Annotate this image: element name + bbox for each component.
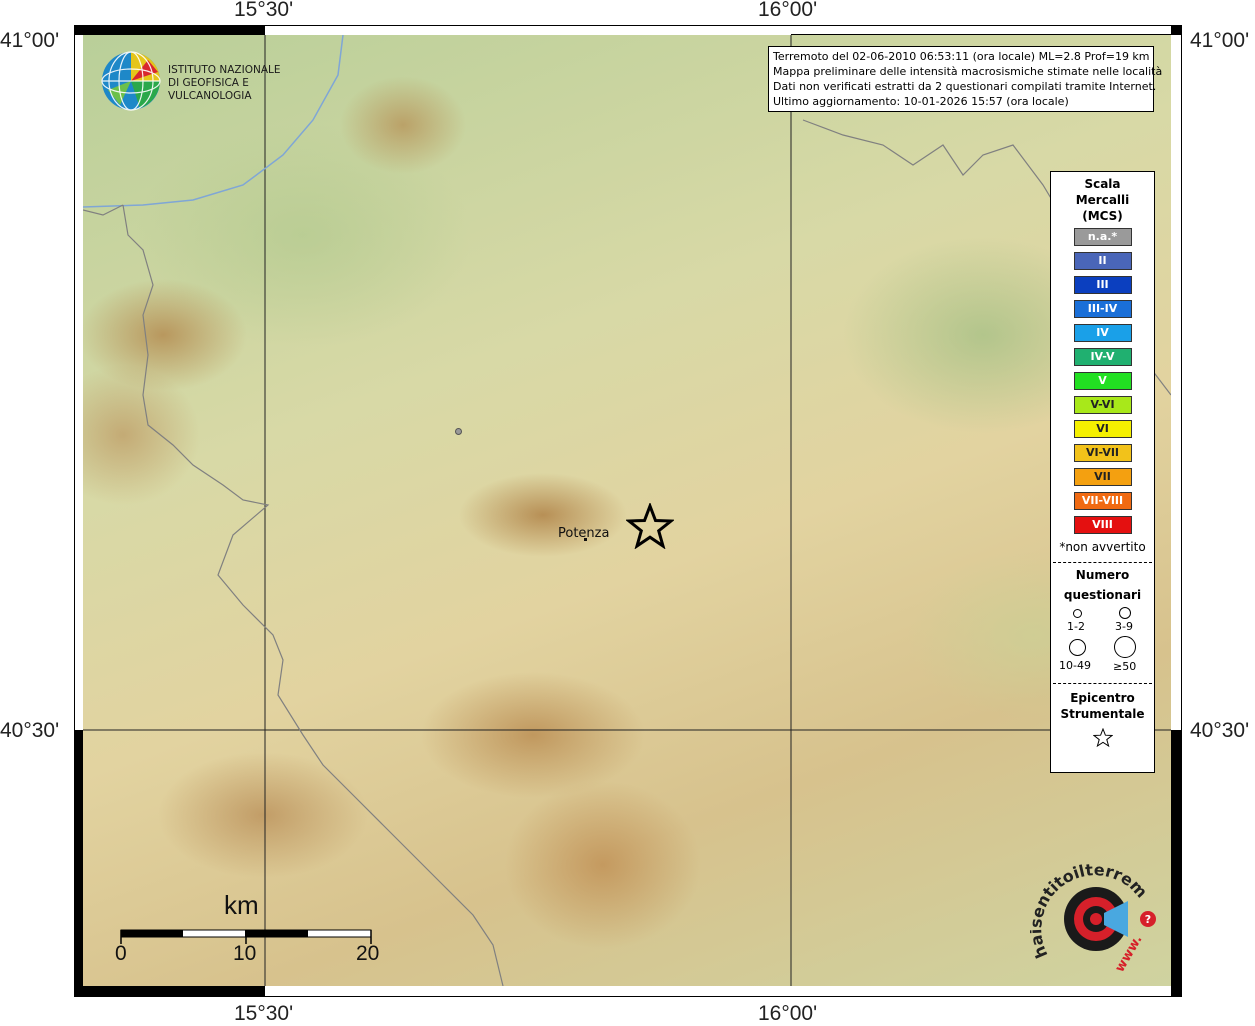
intensity-swatches: n.a.* II III III-IV IV IV-V V V-VI VI VI-VII VII VI… (1051, 228, 1154, 534)
event-info-line1: Terremoto del 02-06-2010 06:53:11 (ora l… (773, 50, 1150, 63)
swatch-vii: VII (1073, 468, 1132, 486)
scale-tick-10: 10 (233, 942, 257, 965)
swatch-viii: VIII (1073, 516, 1132, 534)
frame-strip-top-end (1171, 25, 1182, 35)
ingv-name-line2: DI GEOFISICA E VULCANOLOGIA (168, 77, 252, 102)
legend-title-line2: Mercalli (1075, 193, 1130, 207)
place-marker-potenza (584, 538, 587, 541)
size-label-3-9: 3-9 (1115, 620, 1133, 633)
ingv-name: ISTITUTO NAZIONALE DI GEOFISICA E VULCAN… (168, 64, 320, 103)
frame-strip-bottom-left (83, 986, 265, 997)
epicenter-title: Epicentro Strumentale (1051, 690, 1154, 722)
frame-strip-top-left (83, 25, 265, 35)
size-circle-10-49 (1069, 639, 1086, 656)
event-info-line2: Mappa preliminare delle intensità macros… (773, 65, 1163, 78)
globe-icon (101, 51, 161, 111)
coord-left-4100: 41°00' (0, 29, 60, 52)
coord-top-1530: 15°30' (234, 0, 294, 21)
swatch-iii-iv: III-IV (1073, 300, 1132, 318)
haisentito-logo-graphic: haisentitoilterremoto.it www. ? (1025, 840, 1156, 975)
questionnaires-title: Numero questionari (1051, 565, 1154, 605)
swatch-v: V (1073, 372, 1132, 390)
swatch-ii: II (1073, 252, 1132, 270)
swatch-vii-viii: VII-VIII (1073, 492, 1132, 510)
legend-star-icon (1092, 727, 1113, 748)
legend-separator-2 (1053, 683, 1152, 684)
swatch-iv: IV (1073, 324, 1132, 342)
legend-title: Scala Mercalli (MCS) (1051, 176, 1154, 224)
scale-bar: km 0 10 20 (115, 890, 400, 970)
epicenter-title-line2: Strumentale (1060, 707, 1145, 721)
swatch-vi: VI (1073, 420, 1132, 438)
swatch-iv-v: IV-V (1073, 348, 1132, 366)
coord-left-4030: 40°30' (0, 719, 60, 742)
frame-strip-right-lower (1171, 730, 1182, 997)
event-info-box: Terremoto del 02-06-2010 06:53:11 (ora l… (768, 46, 1163, 112)
legend-title-line1: Scala (1084, 177, 1121, 191)
swatch-iii: III (1073, 276, 1132, 294)
event-info-line3: Dati non verificati estratti da 2 questi… (773, 80, 1157, 93)
swatch-na: n.a.* (1073, 228, 1132, 246)
legend-separator (1053, 562, 1152, 563)
size-circle-3-9 (1119, 607, 1131, 619)
coord-right-4030: 40°30' (1190, 719, 1250, 742)
coord-bottom-1600: 16°00' (758, 1002, 818, 1025)
size-label-10-49: 10-49 (1059, 659, 1091, 672)
coord-right-4100: 41°00' (1190, 29, 1250, 52)
questionnaires-title-line2: questionari (1063, 588, 1142, 602)
coord-bottom-1530: 15°30' (234, 1002, 294, 1025)
frame-strip-top-right (791, 25, 1182, 35)
legend-title-line3: (MCS) (1082, 209, 1123, 223)
size-label-50: ≥50 (1113, 660, 1137, 673)
scale-unit: km (224, 890, 259, 920)
frame-strip-left-top (74, 25, 83, 35)
swatch-v-vi: V-VI (1073, 396, 1132, 414)
epicenter-title-line1: Epicentro (1070, 691, 1135, 705)
event-info-line4: Ultimo aggiornamento: 10-01-2026 15:57 (… (773, 95, 1069, 108)
size-label-1-2: 1-2 (1067, 620, 1085, 633)
regional-border-west (122, 204, 504, 986)
questionnaires-title-line1: Numero (1075, 568, 1130, 582)
scale-tick-20: 20 (356, 942, 380, 965)
ingv-name-line1: ISTITUTO NAZIONALE (168, 64, 281, 76)
questionnaire-marker-na[interactable] (455, 428, 462, 435)
mcs-legend: Scala Mercalli (MCS) n.a.* II III III-IV IV I… (1050, 171, 1155, 773)
swatch-vi-vii: VI-VII (1073, 444, 1132, 462)
haisentito-logo[interactable]: haisentitoilterremoto.it www. ? (1025, 840, 1165, 980)
questionnaire-size-key: 1-2 3-9 10-49 ≥50 (1051, 605, 1154, 675)
svg-text:?: ? (1145, 913, 1151, 926)
epicenter-star-icon[interactable] (626, 503, 674, 549)
ingv-logo[interactable]: ISTITUTO NAZIONALE DI GEOFISICA E VULCAN… (100, 50, 320, 111)
size-circle-50 (1114, 636, 1136, 658)
legend-note: *non avvertito (1059, 540, 1146, 554)
coord-top-1600: 16°00' (758, 0, 818, 21)
scale-tick-0: 0 (115, 942, 127, 965)
size-circle-1-2 (1073, 609, 1082, 618)
frame-strip-left-lower (74, 730, 83, 997)
